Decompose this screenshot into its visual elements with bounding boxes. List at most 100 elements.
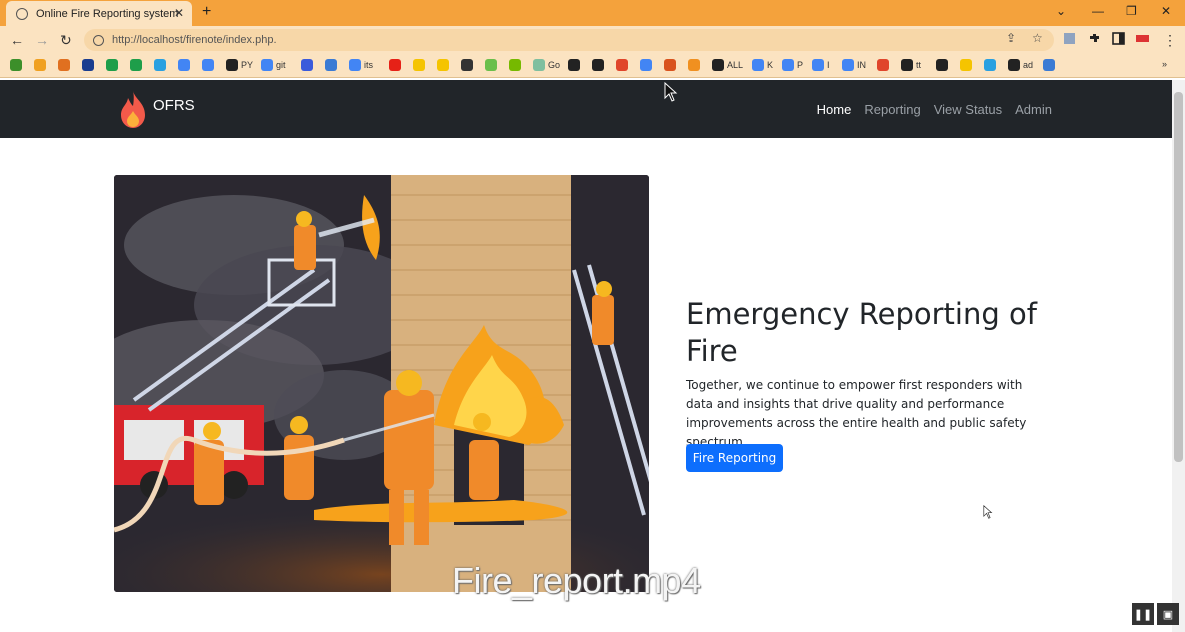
bookmark-item[interactable] — [461, 59, 476, 71]
url-text: http://localhost/firenote/index.php. — [112, 34, 277, 46]
new-tab-button[interactable]: + — [202, 3, 211, 21]
video-watermark: Fire_report.mp4 — [452, 560, 701, 601]
bookmark-favicon-icon — [10, 59, 22, 71]
fire-reporting-button[interactable]: Fire Reporting — [686, 444, 783, 472]
bookmark-item[interactable]: git — [261, 59, 286, 71]
bookmark-favicon-icon — [58, 59, 70, 71]
bookmark-item[interactable] — [58, 59, 73, 71]
bookmark-item[interactable] — [154, 59, 169, 71]
brand-link[interactable]: OFRS — [117, 89, 195, 129]
bookmark-item[interactable]: IN — [842, 59, 866, 71]
bookmark-item[interactable] — [984, 59, 999, 71]
bookmark-favicon-icon — [301, 59, 313, 71]
bookmark-item[interactable] — [509, 59, 524, 71]
forward-arrow-icon[interactable]: → — [35, 32, 49, 48]
bookmark-item[interactable] — [568, 59, 583, 71]
share-icon[interactable]: ⇪ — [1006, 31, 1016, 45]
bookmark-favicon-icon — [106, 59, 118, 71]
minimize-button[interactable]: — — [1092, 4, 1104, 18]
bookmark-item[interactable] — [106, 59, 121, 71]
bookmark-item[interactable] — [640, 59, 655, 71]
bookmark-favicon-icon — [1043, 59, 1055, 71]
picture-in-picture-button[interactable]: ▣ — [1157, 603, 1179, 625]
bookmark-item[interactable]: its — [349, 59, 373, 71]
bookmark-label: I — [827, 60, 830, 70]
bookmark-item[interactable] — [130, 59, 145, 71]
side-panel-icon[interactable] — [1112, 32, 1125, 45]
bookmark-favicon-icon — [461, 59, 473, 71]
bookmark-item[interactable] — [960, 59, 975, 71]
close-window-button[interactable]: ✕ — [1161, 4, 1171, 18]
bookmark-item[interactable] — [82, 59, 97, 71]
bookmark-favicon-icon — [325, 59, 337, 71]
bookmark-label: git — [276, 60, 286, 70]
bookmark-item[interactable] — [485, 59, 500, 71]
url-input[interactable]: http://localhost/firenote/index.php. ⇪ ☆ — [84, 29, 1054, 51]
extension-icon[interactable] — [1063, 32, 1076, 45]
nav-view-status[interactable]: View Status — [934, 102, 1002, 117]
nav-home[interactable]: Home — [817, 102, 852, 117]
puzzle-icon[interactable] — [1088, 32, 1101, 45]
firefighters-illustration — [114, 175, 649, 592]
main-nav: Home Reporting View Status Admin — [817, 102, 1052, 117]
bookmark-label: PY — [241, 60, 254, 70]
flame-logo-icon — [121, 91, 145, 128]
menu-kebab-icon[interactable]: ⋮ — [1163, 32, 1177, 49]
bookmark-favicon-icon — [202, 59, 214, 71]
bookmark-item[interactable] — [301, 59, 316, 71]
scrollbar-thumb[interactable] — [1174, 92, 1183, 462]
bookmark-item[interactable] — [202, 59, 217, 71]
browser-tab-strip: Online Fire Reporting system ✕ + ⌄ — ❐ ✕ — [0, 0, 1185, 26]
maximize-button[interactable]: ❐ — [1126, 4, 1137, 18]
bookmark-item[interactable] — [616, 59, 631, 71]
bookmark-favicon-icon — [1008, 59, 1020, 71]
bookmark-item[interactable] — [10, 59, 25, 71]
bookmark-favicon-icon — [389, 59, 401, 71]
bookmark-item[interactable]: K — [752, 59, 773, 71]
bookmark-item[interactable]: tt — [901, 59, 921, 71]
bookmark-favicon-icon — [226, 59, 238, 71]
more-bookmarks-button[interactable]: » — [1162, 59, 1167, 69]
site-info-icon[interactable] — [93, 34, 104, 46]
bookmark-item[interactable] — [688, 59, 703, 71]
bookmark-item[interactable]: I — [812, 59, 830, 71]
bookmark-item[interactable]: P — [782, 59, 803, 71]
bookmark-item[interactable] — [325, 59, 340, 71]
profile-icon[interactable] — [1136, 32, 1149, 45]
bookmark-favicon-icon — [782, 59, 794, 71]
bookmark-star-icon[interactable]: ☆ — [1032, 31, 1043, 45]
brand-name: OFRS — [153, 96, 195, 114]
bookmark-favicon-icon — [877, 59, 889, 71]
bookmark-favicon-icon — [533, 59, 545, 71]
bookmarks-bar: PY git its Go ALL K P I IN tt ad » — [0, 54, 1185, 78]
bookmark-item[interactable]: ad — [1008, 59, 1033, 71]
bookmark-item[interactable]: Go — [533, 59, 560, 71]
bookmark-label: ad — [1023, 60, 1034, 70]
bookmark-item[interactable] — [437, 59, 452, 71]
site-navbar: OFRS Home Reporting View Status Admin — [0, 80, 1172, 138]
bookmark-item[interactable] — [936, 59, 951, 71]
bookmark-item[interactable] — [877, 59, 892, 71]
bookmark-item[interactable]: ALL — [712, 59, 743, 71]
browser-tab[interactable]: Online Fire Reporting system ✕ — [6, 1, 192, 26]
bookmark-item[interactable] — [592, 59, 607, 71]
bookmark-item[interactable] — [413, 59, 428, 71]
pause-button[interactable]: ❚❚ — [1132, 603, 1154, 625]
bookmark-favicon-icon — [664, 59, 676, 71]
bookmark-item[interactable] — [1043, 59, 1058, 71]
bookmark-item[interactable] — [178, 59, 193, 71]
bookmark-favicon-icon — [154, 59, 166, 71]
reload-icon[interactable]: ↻ — [60, 32, 72, 49]
bookmark-item[interactable]: PY — [226, 59, 253, 71]
back-arrow-icon[interactable]: ← — [10, 32, 24, 48]
bookmark-label: Go — [548, 60, 561, 70]
tab-close-icon[interactable]: ✕ — [174, 6, 184, 20]
page-scrollbar[interactable] — [1172, 80, 1185, 632]
bookmark-favicon-icon — [842, 59, 854, 71]
nav-admin[interactable]: Admin — [1015, 102, 1052, 117]
bookmark-item[interactable] — [664, 59, 679, 71]
bookmark-item[interactable] — [389, 59, 404, 71]
nav-reporting[interactable]: Reporting — [864, 102, 920, 117]
bookmark-item[interactable] — [34, 59, 49, 71]
tab-search-icon[interactable]: ⌄ — [1056, 4, 1066, 18]
